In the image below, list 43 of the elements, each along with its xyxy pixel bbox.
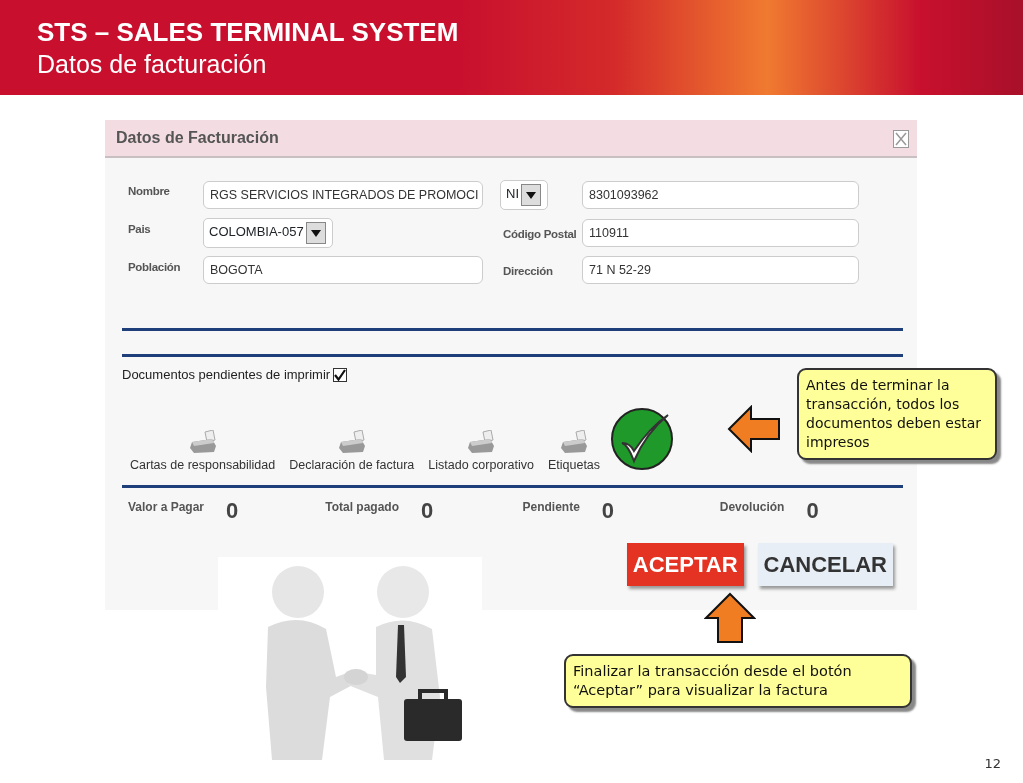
left-arrow-icon [727,405,781,453]
field-label: Pais [128,222,152,237]
total-label: Devolución [719,498,785,516]
page-number: 12 [984,755,1001,773]
pending-label: Documentos pendientes de imprimir [122,366,331,384]
dialog-title: Datos de Facturación [116,128,279,148]
printer-icon[interactable] [466,429,497,454]
printer-icon[interactable] [336,429,367,454]
input-field[interactable]: 110911 [582,219,859,247]
total-value: 0 [421,499,434,522]
input-field[interactable]: RGS SERVICIOS INTEGRADOS DE PROMOCI [203,181,483,209]
total-value: 0 [226,499,239,522]
document-label: Declaración de factura [289,456,415,474]
slide-subtitle: Datos de facturación [37,49,268,80]
callout-note: Finalizar la transacción desde el botón “Aceptar” para visualizar la factura [564,654,912,708]
document-label: Cartas de responsabilidad [130,456,276,474]
accept-button[interactable]: ACEPTAR [626,543,744,586]
up-arrow-icon [704,592,756,644]
cancel-button[interactable]: CANCELAR [757,543,893,586]
total-label: Total pagado [325,498,400,516]
field-label: Código Postal [503,226,578,242]
field-label: Nombre [128,184,171,199]
field-label: Dirección [503,263,554,279]
total-value: 0 [601,499,615,522]
checkmark-icon [610,406,675,471]
dropdown-caret-icon[interactable] [521,184,541,206]
total-label: Pendiente [522,498,580,516]
callout-note: Antes de terminar la transacción, todos los documentos deben estar impresos [797,368,997,460]
printer-icon[interactable] [559,429,589,454]
input-field[interactable]: BOGOTA [203,256,483,284]
checkbox[interactable] [333,367,348,382]
total-label: Valor a Pagar [128,498,205,516]
dropdown-caret-icon[interactable] [305,222,326,244]
field-label: Población [128,260,182,275]
slide-title: STS – SALES TERMINAL SYSTEM [37,16,460,48]
input-field[interactable]: 71 N 52-29 [582,256,859,284]
document-label: Listado corporativo [428,456,534,474]
printer-icon[interactable] [187,429,218,454]
input-field[interactable]: 8301093962 [582,181,859,209]
select-field[interactable]: COLOMBIA-057 [203,218,333,248]
total-value: 0 [806,499,819,522]
document-label: Etiquetas [547,456,601,474]
select-field[interactable]: NI [500,180,548,210]
